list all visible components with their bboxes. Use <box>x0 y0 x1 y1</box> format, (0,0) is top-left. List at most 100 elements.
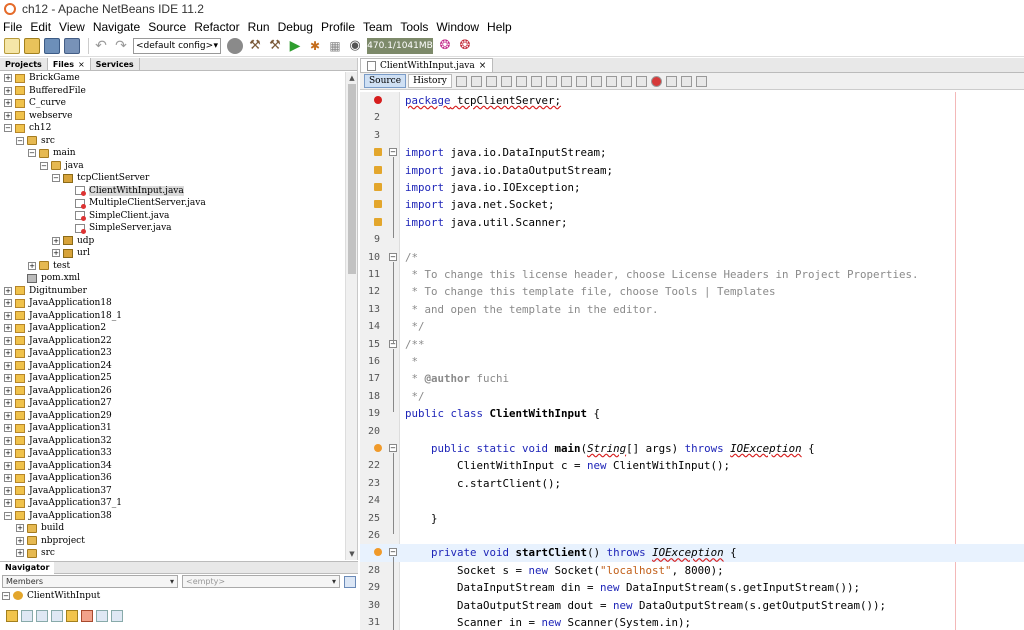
code-line[interactable]: 26 <box>360 527 1024 544</box>
code-line[interactable]: 8import java.util.Scanner; <box>360 214 1024 231</box>
tab-services[interactable]: Services <box>91 58 140 70</box>
tree-item[interactable]: SimpleClient.java <box>64 210 169 222</box>
fold-toggle-icon[interactable]: − <box>389 148 397 157</box>
expand-icon[interactable]: + <box>4 349 12 357</box>
expand-icon[interactable]: + <box>4 336 12 345</box>
menu-run[interactable]: Run <box>248 20 270 34</box>
expand-icon[interactable]: + <box>4 436 12 445</box>
comment-icon[interactable] <box>680 75 692 87</box>
code-line[interactable]: 18 */ <box>360 388 1024 405</box>
scrollbar-thumb[interactable] <box>348 84 356 274</box>
code-line[interactable]: 10−/* <box>360 249 1024 266</box>
tree-item[interactable]: + BrickGame <box>4 72 80 84</box>
code-line[interactable]: 13 * and open the template in the editor… <box>360 301 1024 318</box>
redo-icon[interactable]: ↷ <box>113 38 129 54</box>
code-line[interactable]: 31 Scanner in = new Scanner(System.in); <box>360 614 1024 630</box>
menu-window[interactable]: Window <box>436 20 479 34</box>
menu-help[interactable]: Help <box>487 20 512 34</box>
expand-icon[interactable]: + <box>4 399 12 407</box>
tree-item[interactable]: + JavaApplication26 <box>4 385 112 397</box>
fold-toggle-icon[interactable]: − <box>389 548 397 557</box>
source-button[interactable]: Source <box>364 74 407 88</box>
tree-item[interactable]: + JavaApplication18 <box>4 297 112 309</box>
code-line[interactable]: 9 <box>360 231 1024 248</box>
tab-navigator[interactable]: Navigator <box>0 561 55 574</box>
code-line[interactable]: 12 * To change this template file, choos… <box>360 283 1024 300</box>
menu-edit[interactable]: Edit <box>30 20 51 34</box>
shift-left-icon[interactable] <box>620 75 632 87</box>
filter-nonpublic-icon[interactable] <box>66 610 78 622</box>
menu-profile[interactable]: Profile <box>321 20 355 34</box>
attach-debugger-icon[interactable]: ◉ <box>347 38 363 54</box>
toggle-bookmark-icon[interactable] <box>605 75 617 87</box>
code-line[interactable]: 3 <box>360 127 1024 144</box>
expand-icon[interactable]: + <box>16 536 24 545</box>
code-line[interactable]: package tcpClientServer; <box>360 92 1024 109</box>
fold-toggle-icon[interactable]: − <box>389 252 397 261</box>
tree-item[interactable]: + JavaApplication18_1 <box>4 310 122 322</box>
find-previous-icon[interactable] <box>515 75 527 87</box>
expand-icon[interactable]: + <box>4 474 12 482</box>
code-line[interactable]: 2 <box>360 109 1024 126</box>
expand-icon[interactable]: + <box>4 74 12 82</box>
tree-item[interactable]: + build <box>16 522 64 534</box>
menu-source[interactable]: Source <box>148 20 186 34</box>
menu-view[interactable]: View <box>59 20 85 34</box>
expand-icon[interactable]: + <box>4 499 12 507</box>
collapse-icon[interactable]: − <box>2 591 10 600</box>
code-line[interactable]: 24 <box>360 492 1024 509</box>
navigator-settings-icon[interactable] <box>344 575 356 588</box>
run-icon[interactable]: ▶ <box>287 38 303 54</box>
menu-debug[interactable]: Debug <box>278 20 313 34</box>
collapse-icon[interactable]: − <box>52 174 60 182</box>
sort-name-icon[interactable] <box>96 610 108 622</box>
tree-item[interactable]: − main <box>28 147 76 159</box>
warn-marker-icon[interactable] <box>374 200 382 209</box>
code-line[interactable]: 11 * To change this license header, choo… <box>360 266 1024 283</box>
globe-icon[interactable] <box>227 37 243 54</box>
tree-item[interactable]: MultipleClientServer.java <box>64 197 206 209</box>
find-icon[interactable] <box>500 75 512 87</box>
shift-right-icon[interactable] <box>635 75 647 87</box>
tree-item[interactable]: + JavaApplication2 <box>4 322 106 334</box>
expand-icon[interactable]: + <box>4 486 12 495</box>
next-bookmark-icon[interactable] <box>590 75 602 87</box>
filter-fields-icon[interactable] <box>21 610 33 622</box>
filter-fqn-icon[interactable] <box>81 610 93 622</box>
tree-item[interactable]: + JavaApplication36 <box>4 472 112 484</box>
menu-team[interactable]: Team <box>363 20 392 34</box>
expand-icon[interactable]: + <box>28 261 36 270</box>
forward-icon[interactable] <box>485 75 497 87</box>
code-area[interactable]: package tcpClientServer;234−import java.… <box>360 92 1024 630</box>
warn-marker-icon[interactable] <box>374 165 382 174</box>
collapse-icon[interactable]: − <box>28 149 36 157</box>
expand-icon[interactable]: + <box>4 99 12 107</box>
tree-item[interactable]: + webserve <box>4 110 72 122</box>
stop-macro-icon[interactable] <box>665 75 677 87</box>
tree-item[interactable]: − ch12 <box>4 122 51 134</box>
collapse-icon[interactable]: − <box>40 161 48 170</box>
override-marker-icon[interactable] <box>374 444 382 452</box>
code-line[interactable]: 16 * <box>360 353 1024 370</box>
memory-indicator[interactable]: 470.1/1041MB <box>367 37 433 54</box>
new-file-icon[interactable] <box>4 37 20 54</box>
tree-item[interactable]: + JavaApplication34 <box>4 460 112 472</box>
expand-icon[interactable]: + <box>4 461 12 470</box>
tree-item[interactable]: + nbproject <box>16 535 85 547</box>
code-line[interactable]: 20 <box>360 423 1024 440</box>
prev-bookmark-icon[interactable] <box>575 75 587 87</box>
tree-item[interactable]: + Digitnumber <box>4 285 87 297</box>
expand-icon[interactable]: + <box>4 86 12 95</box>
scroll-up-icon[interactable]: ▲ <box>346 72 358 84</box>
clean-build-icon[interactable]: ⚒ <box>267 38 283 54</box>
profiler-snapshot-icon[interactable]: ❂ <box>457 38 473 54</box>
open-project-icon[interactable] <box>44 37 60 54</box>
tree-item[interactable]: pom.xml <box>16 272 80 284</box>
tree-item[interactable]: + JavaApplication29 <box>4 410 112 422</box>
back-icon[interactable] <box>470 75 482 87</box>
expand-icon[interactable]: + <box>4 361 12 370</box>
override-marker-icon[interactable] <box>374 548 382 557</box>
code-line[interactable]: 22 ClientWithInput c = new ClientWithInp… <box>360 457 1024 474</box>
expand-icon[interactable]: + <box>4 374 12 382</box>
code-line[interactable]: 15−/** <box>360 336 1024 353</box>
